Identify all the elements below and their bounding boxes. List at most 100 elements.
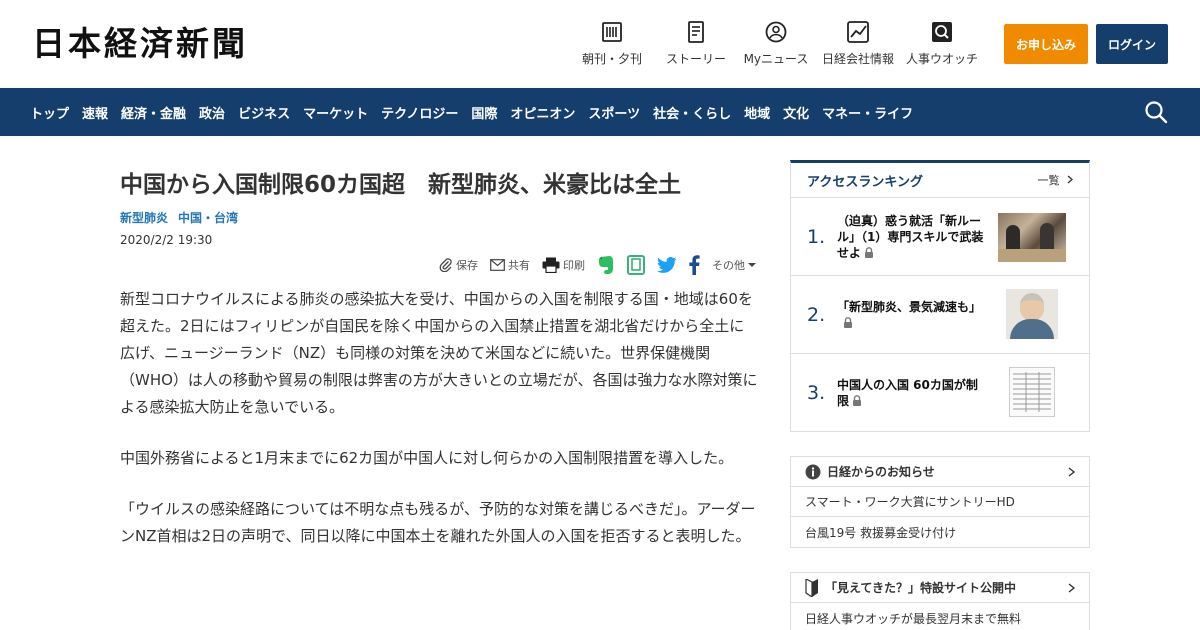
nav-company-info-label: 日経会社情報 — [822, 52, 895, 66]
article-headline: 中国から入国制限60カ国超 新型肺炎、米豪比は全土 — [120, 172, 682, 198]
info-icon — [805, 464, 821, 479]
nav-personnel-watch[interactable]: 人事ウオッチ — [906, 20, 978, 70]
bookmark-clip-icon[interactable] — [627, 255, 645, 275]
subscribe-button[interactable]: お申し込み — [1004, 24, 1088, 64]
story-icon — [684, 20, 708, 44]
top-header: 日本経済新聞 朝刊・夕刊 ストーリー Myニュース 日経会社情報 人事ウオッチ … — [0, 0, 1200, 88]
twitter-icon[interactable] — [657, 257, 677, 273]
share-bar: 保存 共有 印刷 その他 — [120, 252, 756, 278]
global-nav-item[interactable]: ビジネス — [238, 103, 290, 122]
article-tags: 新型肺炎 中国・台湾 — [120, 210, 756, 226]
more-share-button[interactable]: その他 — [712, 257, 756, 273]
global-nav-item[interactable]: マネー・ライフ — [822, 103, 913, 122]
mail-icon — [490, 259, 505, 271]
print-button[interactable]: 印刷 — [542, 257, 585, 273]
article-body: 新型コロナウイルスによる肺炎の感染拡大を受け、中国からの入国を制限する国・地域は… — [120, 286, 758, 574]
share-label: 共有 — [508, 259, 530, 272]
search-person-icon — [930, 20, 954, 44]
header-nav-icons: 朝刊・夕刊 ストーリー Myニュース 日経会社情報 人事ウオッチ — [574, 20, 990, 70]
nikkei-notices: 日経からのお知らせ スマート・ワーク大賞にサントリーHD 台風19号 救援募金受… — [790, 456, 1090, 548]
chevron-right-icon — [1068, 583, 1075, 593]
article-paragraph: 中国外務省によると1月末までに62カ国が中国人に対し何らかの入国制限措置を導入し… — [120, 449, 734, 467]
nav-story-label: ストーリー — [665, 52, 726, 66]
ranking-header: アクセスランキング 一覧 — [791, 163, 1089, 198]
nav-my-news[interactable]: Myニュース — [742, 20, 810, 70]
global-nav-item[interactable]: 国際 — [471, 103, 497, 122]
ranking-thumbnail-portrait — [1006, 289, 1058, 339]
promo-item[interactable]: 日経人事ウオッチが最長翌月末まで無料 — [791, 603, 1089, 630]
global-nav-item[interactable]: 政治 — [199, 103, 225, 122]
thumbnail-face — [1020, 293, 1044, 321]
ranking-thumbnail-office — [998, 213, 1066, 262]
tag-link[interactable]: 新型肺炎 — [120, 210, 168, 226]
printer-icon — [542, 257, 560, 273]
nav-morning-evening[interactable]: 朝刊・夕刊 — [574, 20, 650, 70]
more-share-label: その他 — [712, 259, 745, 272]
rank-number: 3. — [807, 382, 826, 404]
lock-icon — [865, 246, 874, 258]
evernote-icon[interactable] — [597, 255, 615, 275]
save-label: 保存 — [456, 259, 478, 272]
article: 中国から入国制限60カ国超 新型肺炎、米豪比は全土 新型肺炎 中国・台湾 202… — [120, 160, 756, 248]
global-nav-item[interactable]: 社会・くらし — [653, 103, 731, 122]
promo-header[interactable]: 「見えてきた？」特設サイト公開中 — [791, 573, 1089, 603]
global-nav-item[interactable]: オピニオン — [510, 103, 575, 122]
nikkei-logo[interactable]: 日本経済新聞 — [32, 24, 248, 64]
chevron-right-icon — [1068, 467, 1075, 477]
article-paragraph: 「ウイルスの感染経路については不明な点も残るが、予防的な対策を講じるべきだ」。ア… — [120, 500, 756, 545]
ranking-item-title: 「新型肺炎、景気減速も」 — [837, 299, 987, 331]
global-nav-item[interactable]: 文化 — [783, 103, 809, 122]
rank-number: 2. — [807, 304, 826, 326]
chart-icon — [846, 20, 870, 44]
global-nav-item[interactable]: トップ — [30, 103, 69, 122]
lock-icon — [853, 395, 862, 406]
article-paragraph: 新型コロナウイルスによる肺炎の感染拡大を受け、中国からの入国を制限する国・地域は… — [120, 290, 758, 416]
notice-item[interactable]: 台風19号 救援募金受け付け — [791, 517, 1089, 547]
facebook-icon[interactable] — [689, 255, 700, 275]
global-nav-item[interactable]: 地域 — [744, 103, 770, 122]
notices-header[interactable]: 日経からのお知らせ — [791, 457, 1089, 487]
global-nav-item[interactable]: スポーツ — [588, 103, 640, 122]
chevron-right-icon — [1067, 175, 1073, 184]
notices-title: 日経からのお知らせ — [827, 465, 935, 479]
save-button[interactable]: 保存 — [439, 257, 478, 273]
ranking-item-title: （迫真）惑う就活「新ルール」（1）専門スキルで武装せよ — [837, 213, 987, 261]
ranking-more-label: 一覧 — [1037, 174, 1060, 187]
promo-title: 「見えてきた？」特設サイト公開中 — [825, 581, 1017, 595]
global-nav-item[interactable]: テクノロジー — [381, 103, 458, 122]
global-nav-list: トップ 速報 経済・金融 政治 ビジネス マーケット テクノロジー 国際 オピニオン スポーツ 社会… — [30, 88, 926, 136]
thumbnail-shoulders — [1010, 319, 1054, 339]
ranking-more-link[interactable]: 一覧 — [1038, 172, 1074, 188]
global-nav-item[interactable]: 経済・金融 — [121, 103, 186, 122]
nav-personnel-watch-label: 人事ウオッチ — [906, 52, 979, 66]
user-icon — [764, 20, 788, 44]
ranking-thumbnail-table — [1009, 367, 1055, 417]
ranking-item[interactable]: 1. （迫真）惑う就活「新ルール」（1）専門スキルで武装せよ — [791, 198, 1089, 276]
search-icon[interactable] — [1144, 100, 1168, 124]
share-button[interactable]: 共有 — [490, 257, 530, 273]
global-nav-item[interactable]: マーケット — [303, 103, 368, 122]
access-ranking: アクセスランキング 一覧 1. （迫真）惑う就活「新ルール」（1）専門スキルで武… — [790, 160, 1090, 432]
tag-link[interactable]: 中国・台湾 — [178, 210, 238, 226]
nav-morning-evening-label: 朝刊・夕刊 — [581, 52, 642, 66]
promo-box: 「見えてきた？」特設サイト公開中 日経人事ウオッチが最長翌月末まで無料 — [790, 572, 1090, 630]
rank-number: 1. — [807, 226, 826, 248]
nav-company-info[interactable]: 日経会社情報 — [822, 20, 894, 70]
publish-date: 2020/2/2 19:30 — [120, 233, 213, 247]
newspaper-icon — [600, 20, 624, 44]
lock-icon — [844, 316, 852, 328]
global-nav: トップ 速報 経済・金融 政治 ビジネス マーケット テクノロジー 国際 オピニオン スポーツ 社会… — [0, 88, 1200, 136]
caret-down-icon — [748, 263, 756, 267]
nav-my-news-label: Myニュース — [743, 52, 809, 66]
notice-item[interactable]: スマート・ワーク大賞にサントリーHD — [791, 487, 1089, 517]
thumbnail-desk — [998, 249, 1066, 262]
print-label: 印刷 — [563, 259, 585, 272]
ranking-item[interactable]: 3. 中国人の入国 60カ国が制限 — [791, 354, 1089, 432]
beginner-mark-icon — [805, 578, 818, 597]
login-button[interactable]: ログイン — [1096, 24, 1168, 64]
global-nav-item[interactable]: 速報 — [82, 103, 108, 122]
paperclip-icon — [439, 258, 452, 272]
nav-story[interactable]: ストーリー — [662, 20, 730, 70]
ranking-item[interactable]: 2. 「新型肺炎、景気減速も」 — [791, 276, 1089, 354]
ranking-item-title-text: （迫真）惑う就活「新ルール」（1）専門スキルで武装せよ — [837, 213, 984, 260]
